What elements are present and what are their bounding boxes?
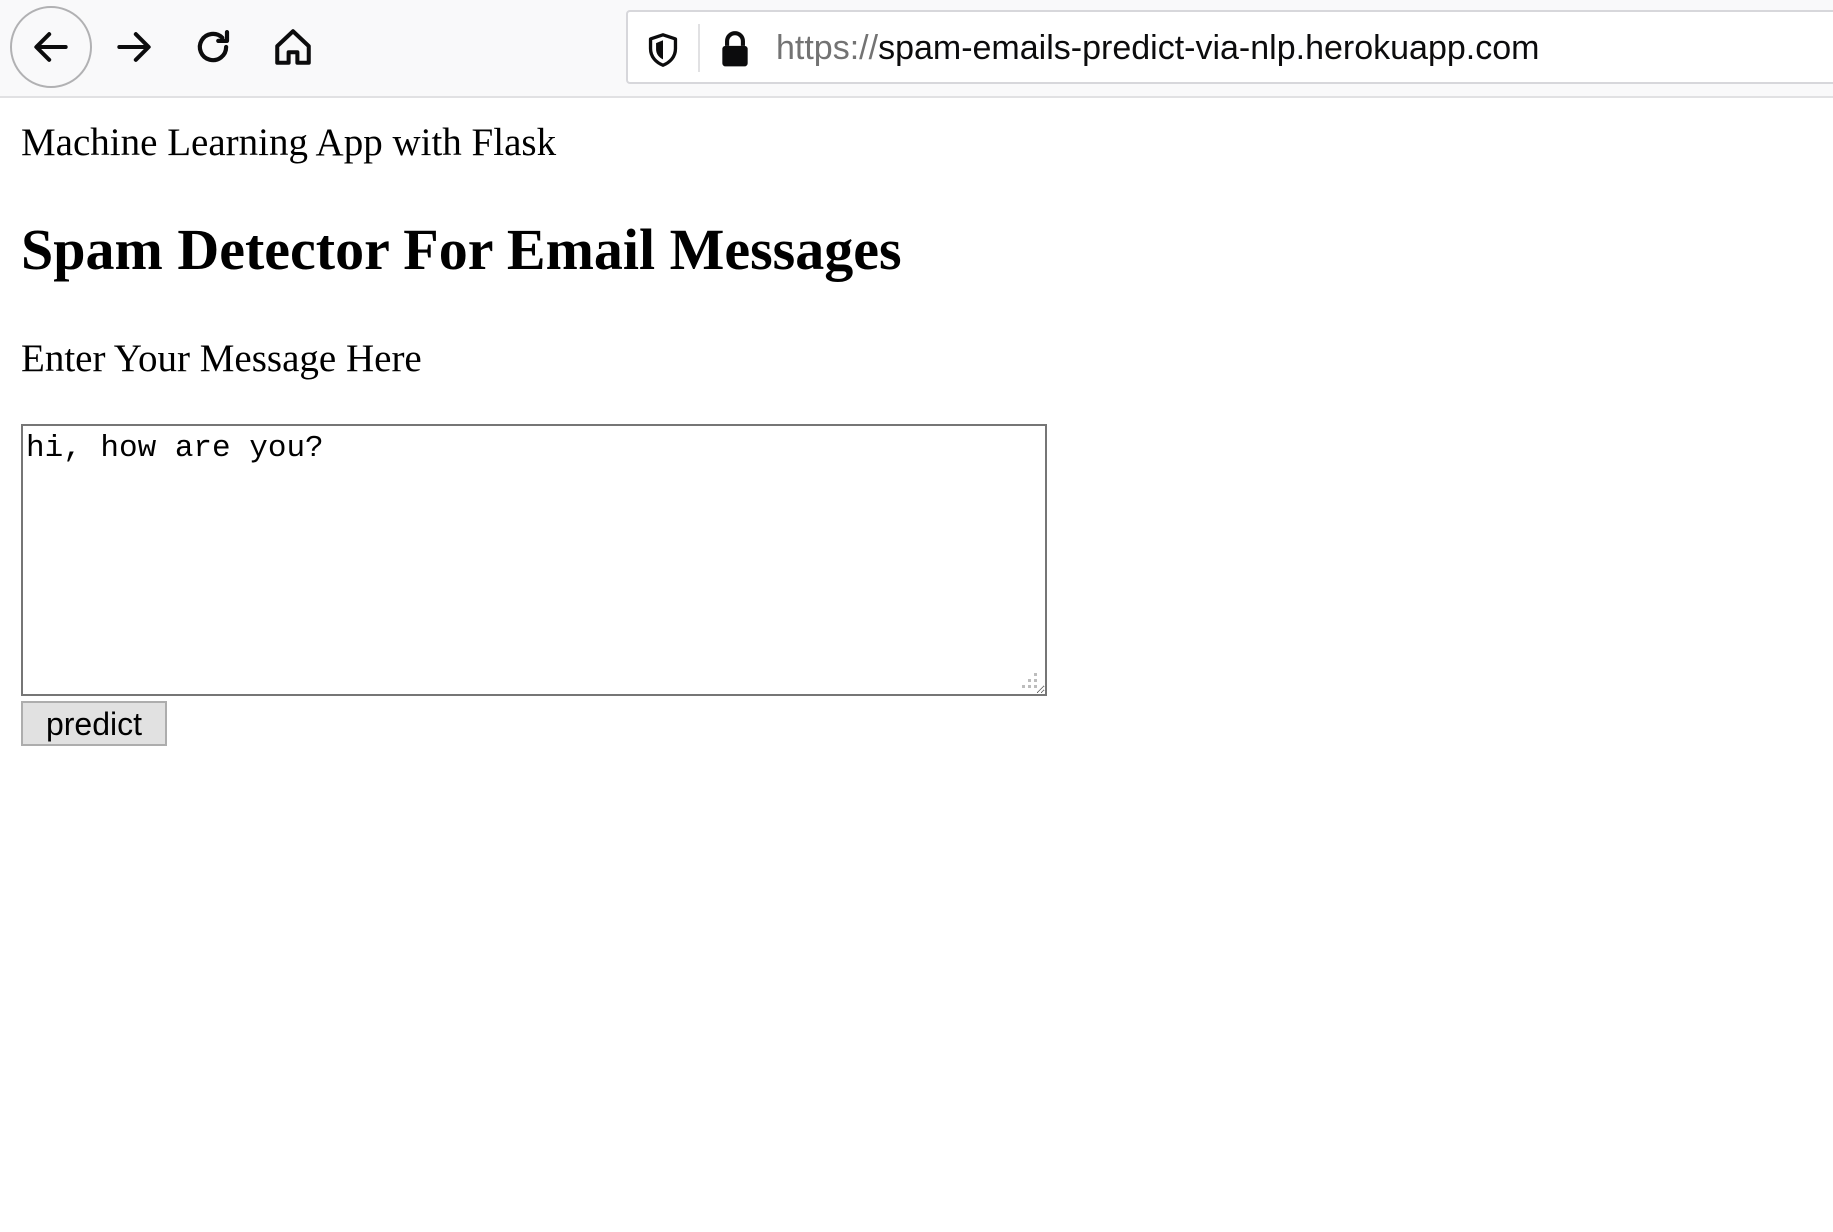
url-text[interactable]: https://spam-emails-predict-via-nlp.hero… bbox=[776, 26, 1539, 70]
home-icon bbox=[272, 26, 314, 68]
tracking-protection-shield-icon[interactable] bbox=[646, 32, 680, 73]
app-label: Machine Learning App with Flask bbox=[21, 121, 557, 164]
message-prompt-label: Enter Your Message Here bbox=[21, 337, 422, 380]
url-scheme: https:// bbox=[776, 29, 879, 67]
message-textarea[interactable]: hi, how are you? bbox=[21, 424, 1047, 696]
reload-icon bbox=[192, 26, 234, 68]
predict-button[interactable]: predict bbox=[21, 701, 167, 746]
reload-button[interactable] bbox=[180, 14, 246, 80]
url-host: spam-emails-predict-via-nlp.herokuapp.co… bbox=[878, 29, 1540, 67]
browser-toolbar: https://spam-emails-predict-via-nlp.hero… bbox=[0, 0, 1833, 98]
forward-arrow-icon bbox=[112, 25, 156, 69]
page-title: Spam Detector For Email Messages bbox=[21, 217, 902, 282]
back-arrow-icon bbox=[29, 25, 73, 69]
address-bar[interactable]: https://spam-emails-predict-via-nlp.hero… bbox=[626, 10, 1833, 84]
back-button[interactable] bbox=[10, 6, 92, 88]
forward-button[interactable] bbox=[101, 14, 167, 80]
padlock-icon[interactable] bbox=[718, 30, 752, 73]
home-button[interactable] bbox=[260, 14, 326, 80]
address-bar-divider bbox=[698, 24, 700, 72]
